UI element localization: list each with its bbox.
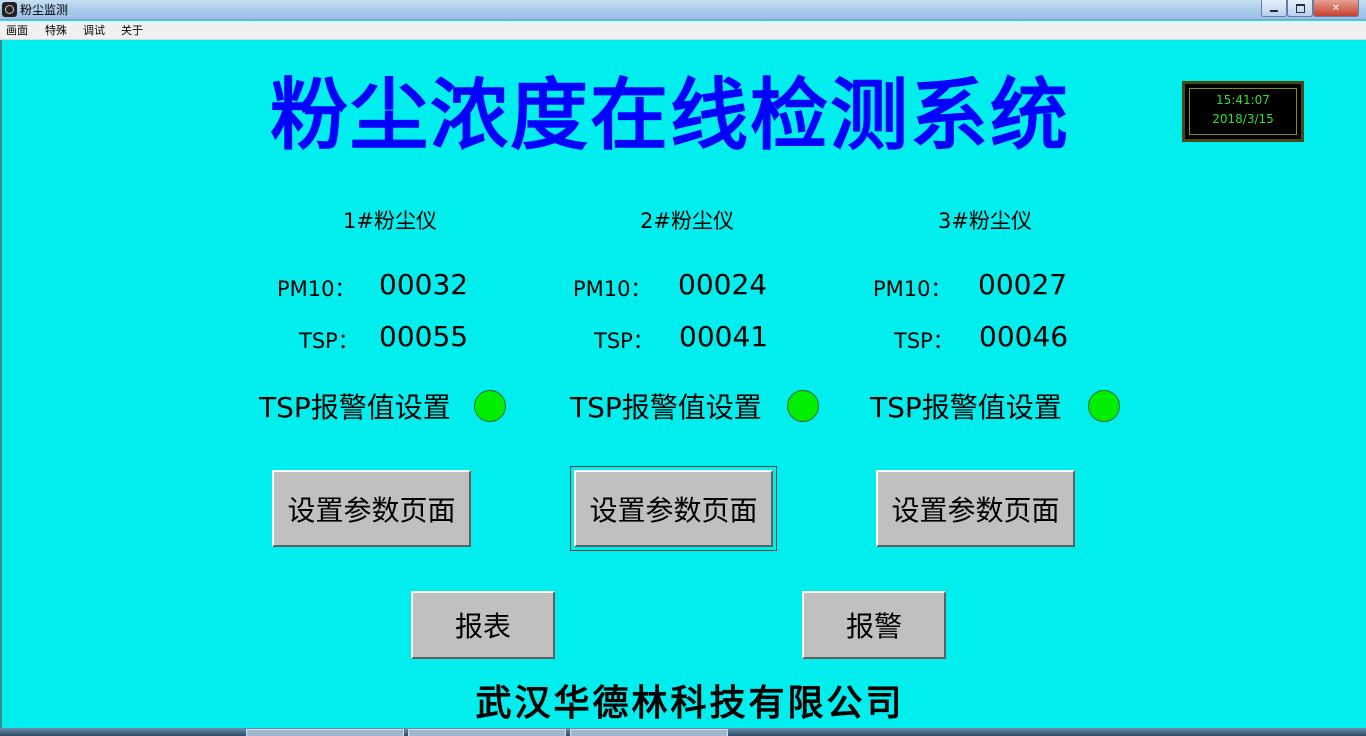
close-icon: ✕ [1331, 2, 1341, 14]
device-2-pm10-value: 00024 [678, 268, 768, 301]
taskbar-item[interactable] [570, 729, 728, 736]
device-1-pm10-value: 00032 [379, 268, 469, 301]
restore-icon [1295, 3, 1305, 13]
device-1-settings-button[interactable]: 设置参数页面 [272, 470, 471, 547]
minimize-button[interactable] [1261, 0, 1287, 17]
clock-date: 2018/3/15 [1212, 112, 1274, 126]
clock-display: 15:41:07 2018/3/15 [1182, 81, 1304, 142]
taskbar-item[interactable] [408, 729, 566, 736]
device-3-pm10-value: 00027 [978, 268, 1068, 301]
restore-button[interactable] [1287, 0, 1313, 17]
title-bar: 粉尘监测 ✕ [0, 0, 1366, 20]
clock-time: 15:41:07 [1216, 93, 1270, 107]
device-2-status-indicator [787, 390, 819, 422]
device-1-tsp-label: TSP： [299, 329, 359, 353]
device-1-alarm-setting[interactable]: TSP报警值设置 [259, 386, 451, 426]
close-button[interactable]: ✕ [1313, 0, 1359, 17]
device-3-name: 3#粉尘仪 [938, 209, 1032, 233]
company-name: 武汉华德林科技有限公司 [475, 682, 905, 724]
device-2-alarm-setting[interactable]: TSP报警值设置 [570, 386, 762, 426]
menu-item-debug[interactable]: 调试 [83, 24, 105, 37]
device-1-name: 1#粉尘仪 [343, 209, 437, 233]
app-icon[interactable] [2, 2, 17, 17]
device-1-status-indicator [474, 390, 506, 422]
menu-item-about[interactable]: 关于 [121, 24, 143, 37]
minimize-icon [1270, 10, 1278, 12]
device-3-tsp-value: 00046 [979, 320, 1069, 353]
device-3-settings-button[interactable]: 设置参数页面 [876, 470, 1075, 547]
device-2-tsp-value: 00041 [679, 320, 769, 353]
device-1-pm10-label: PM10： [277, 277, 356, 301]
device-2-pm10-label: PM10： [573, 277, 652, 301]
device-2-settings-button[interactable]: 设置参数页面 [570, 466, 777, 551]
menu-bar: 画面 特殊 调试 关于 [0, 21, 1366, 40]
menu-item-screen[interactable]: 画面 [6, 24, 28, 37]
menu-item-special[interactable]: 特殊 [45, 24, 67, 37]
report-button[interactable]: 报表 [411, 591, 555, 659]
taskbar-item[interactable] [246, 729, 404, 736]
page-title: 粉尘浓度在线检测系统 [270, 70, 1071, 161]
device-3-status-indicator [1088, 390, 1120, 422]
device-3-alarm-setting[interactable]: TSP报警值设置 [870, 386, 1062, 426]
device-3-tsp-label: TSP： [894, 329, 954, 353]
device-2-name: 2#粉尘仪 [640, 209, 734, 233]
device-2-tsp-label: TSP： [594, 329, 654, 353]
window-title: 粉尘监测 [20, 3, 69, 17]
device-1-tsp-value: 00055 [379, 320, 469, 353]
alarm-button[interactable]: 报警 [802, 591, 946, 659]
taskbar [0, 728, 1366, 736]
device-3-pm10-label: PM10： [873, 277, 952, 301]
